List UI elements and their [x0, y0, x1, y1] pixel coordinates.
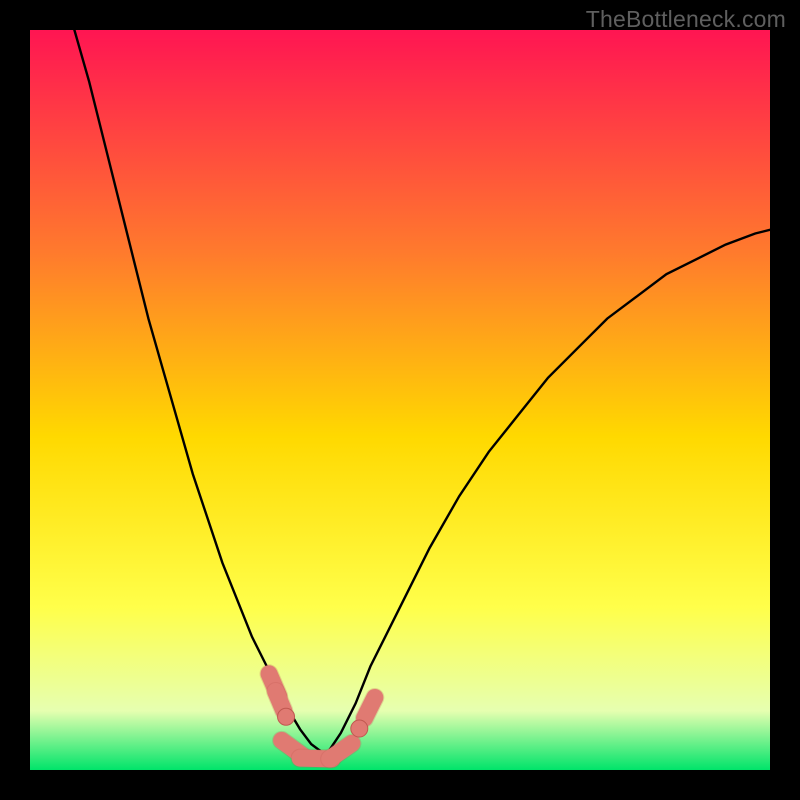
- watermark-text: TheBottleneck.com: [586, 6, 786, 33]
- plot-area: [30, 30, 770, 770]
- gradient-background: [30, 30, 770, 770]
- outer-frame: TheBottleneck.com: [0, 0, 800, 800]
- marker-dot: [278, 708, 295, 725]
- marker-segment: [364, 697, 374, 718]
- chart-svg: [30, 30, 770, 770]
- marker-dot: [351, 720, 368, 737]
- marker-segment: [276, 692, 284, 711]
